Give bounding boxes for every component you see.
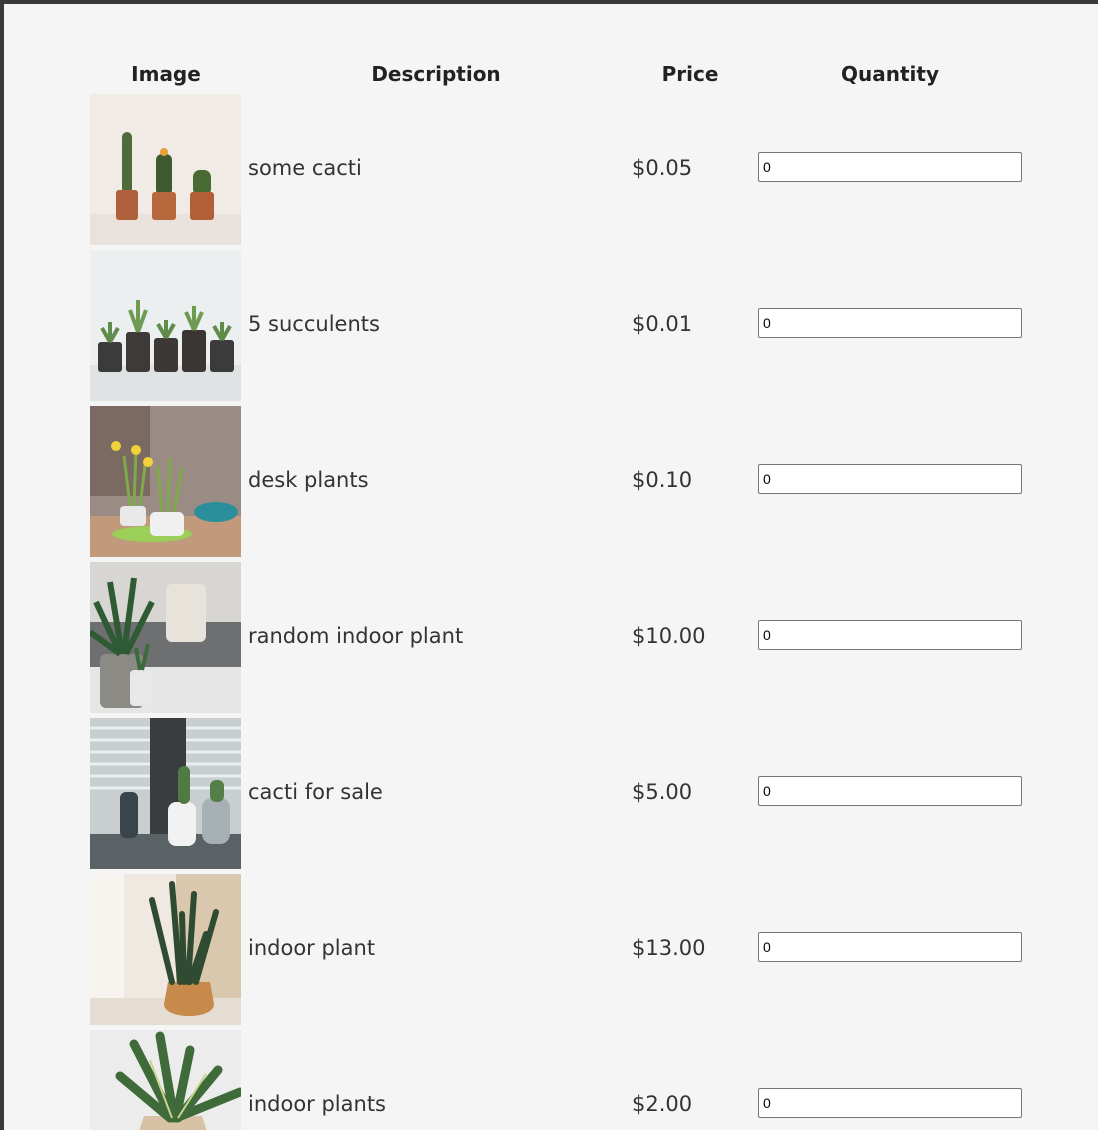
table-row: indoor plant $13.00 [4, 874, 1098, 1025]
row-price: $0.01 [632, 312, 693, 336]
row-description: cacti for sale [248, 780, 383, 804]
table-row: indoor plants $2.00 [4, 1030, 1098, 1130]
row-price: $0.05 [632, 156, 693, 180]
row-description: desk plants [248, 468, 369, 492]
table-row: cacti for sale $5.00 [4, 718, 1098, 869]
header-image: Image [131, 62, 201, 86]
quantity-input[interactable] [758, 308, 1022, 338]
desk-plants-image [90, 406, 241, 557]
table-row: some cacti $0.05 [4, 94, 1098, 245]
quantity-input[interactable] [758, 776, 1022, 806]
succulents-image [90, 250, 241, 401]
row-description: indoor plant [248, 936, 376, 960]
row-price: $2.00 [632, 1092, 693, 1116]
cacti-for-sale-image [90, 718, 241, 869]
table-row: desk plants $0.10 [4, 406, 1098, 557]
row-description: random indoor plant [248, 624, 464, 648]
row-price: $10.00 [632, 624, 706, 648]
table-row: 5 succulents $0.01 [4, 250, 1098, 401]
row-description: some cacti [248, 156, 362, 180]
product-table: Image Description Price Quantity some ca… [0, 0, 1098, 1130]
row-description: indoor plants [248, 1092, 386, 1116]
header-quantity: Quantity [841, 62, 939, 86]
quantity-input[interactable] [758, 464, 1022, 494]
table-row: random indoor plant $10.00 [4, 562, 1098, 713]
indoor-plant-image [90, 562, 241, 713]
quantity-input[interactable] [758, 1088, 1022, 1118]
row-price: $13.00 [632, 936, 706, 960]
quantity-input[interactable] [758, 152, 1022, 182]
cacti-image [90, 94, 241, 245]
header-price: Price [661, 62, 719, 86]
table-header: Image Description Price Quantity [4, 62, 1098, 94]
row-price: $5.00 [632, 780, 693, 804]
quantity-input[interactable] [758, 620, 1022, 650]
quantity-input[interactable] [758, 932, 1022, 962]
row-description: 5 succulents [248, 312, 380, 336]
header-description: Description [371, 62, 501, 86]
snake-plant-image [90, 874, 241, 1025]
indoor-plants-image [90, 1030, 241, 1130]
row-price: $0.10 [632, 468, 693, 492]
